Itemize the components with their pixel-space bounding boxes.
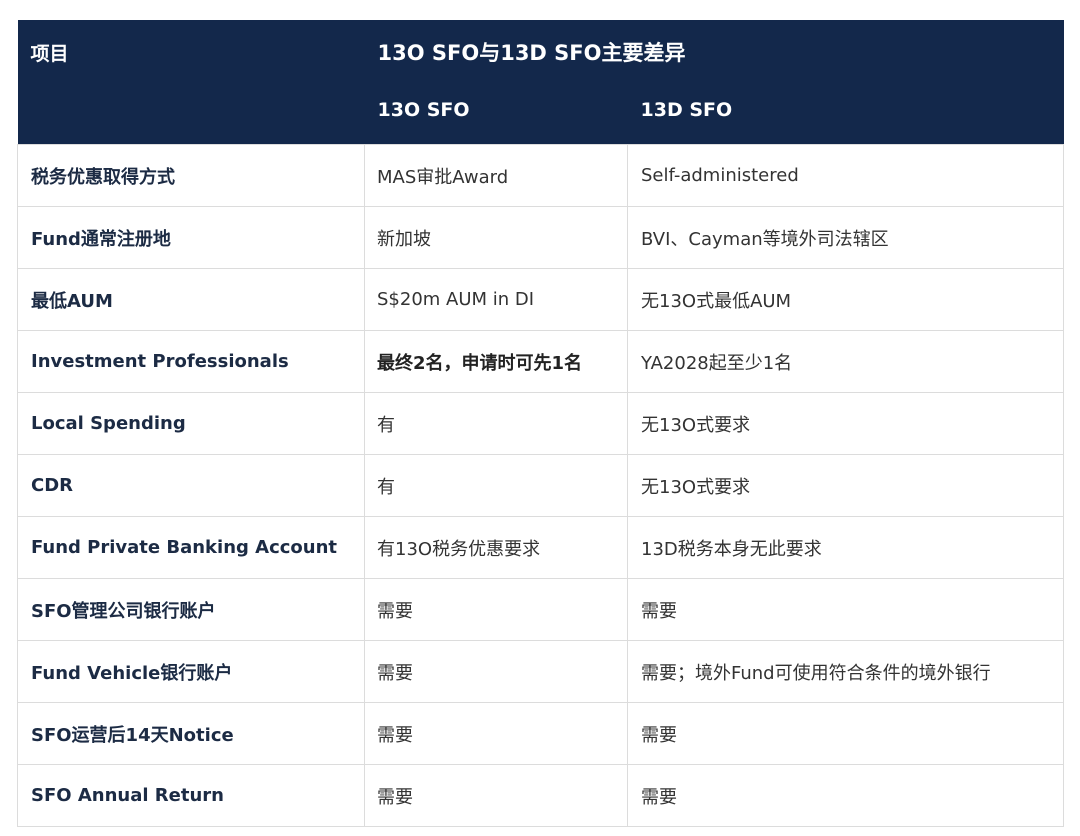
row-13o-value: 有 [364,392,628,455]
row-13o-value: S$20m AUM in DI [364,268,628,331]
table-row: Fund Private Banking Account 有13O税务优惠要求 … [17,516,1064,579]
comparison-table-container: 项目 13O SFO与13D SFO主要差异 13O SFO 13D SFO 税… [17,20,1064,827]
row-13o-value: 需要 [364,640,628,703]
row-item-label: 税务优惠取得方式 [17,144,365,207]
row-item-label: CDR [17,454,365,517]
row-13o-value: 有13O税务优惠要求 [364,516,628,579]
header-item-label: 项目 [17,20,365,84]
table-row: Fund通常注册地 新加坡 BVI、Cayman等境外司法辖区 [17,206,1064,269]
header-col-13o: 13O SFO [364,84,628,145]
row-item-label: Fund Vehicle银行账户 [17,640,365,703]
row-item-label: SFO管理公司银行账户 [17,578,365,641]
table-row: 最低AUM S$20m AUM in DI 无13O式最低AUM [17,268,1064,331]
row-13o-value: 有 [364,454,628,517]
row-13o-value: 新加坡 [364,206,628,269]
row-13o-value: 最终2名，申请时可先1名 [364,330,628,393]
table-row: Fund Vehicle银行账户 需要 需要；境外Fund可使用符合条件的境外银… [17,640,1064,703]
table-row: 税务优惠取得方式 MAS审批Award Self-administered [17,144,1064,207]
row-item-label: Investment Professionals [17,330,365,393]
row-13o-value: MAS审批Award [364,144,628,207]
table-row: SFO Annual Return 需要 需要 [17,764,1064,827]
table-row: Investment Professionals 最终2名，申请时可先1名 YA… [17,330,1064,393]
table-body: 税务优惠取得方式 MAS审批Award Self-administered Fu… [17,144,1064,827]
row-13d-value: 无13O式要求 [627,392,1064,455]
row-13d-value: YA2028起至少1名 [627,330,1064,393]
row-item-label: Local Spending [17,392,365,455]
row-13d-value: 无13O式要求 [627,454,1064,517]
row-13d-value: BVI、Cayman等境外司法辖区 [627,206,1064,269]
row-13d-value: 需要；境外Fund可使用符合条件的境外银行 [627,640,1064,703]
row-item-label: SFO Annual Return [17,764,365,827]
table-title: 13O SFO与13D SFO主要差异 [364,20,1064,84]
table-row: CDR 有 无13O式要求 [17,454,1064,517]
row-item-label: SFO运营后14天Notice [17,702,365,765]
sfo-comparison-table: 项目 13O SFO与13D SFO主要差异 13O SFO 13D SFO 税… [17,20,1064,827]
row-item-label: Fund通常注册地 [17,206,365,269]
row-item-label: Fund Private Banking Account [17,516,365,579]
row-13d-value: Self-administered [627,144,1064,207]
header-row-title: 项目 13O SFO与13D SFO主要差异 [17,20,1064,84]
table-header: 项目 13O SFO与13D SFO主要差异 13O SFO 13D SFO [17,20,1064,145]
table-row: SFO管理公司银行账户 需要 需要 [17,578,1064,641]
header-col-13d: 13D SFO [627,84,1064,145]
row-13d-value: 无13O式最低AUM [627,268,1064,331]
header-empty-cell [17,84,365,145]
table-row: SFO运营后14天Notice 需要 需要 [17,702,1064,765]
row-13o-value: 需要 [364,578,628,641]
table-row: Local Spending 有 无13O式要求 [17,392,1064,455]
header-row-columns: 13O SFO 13D SFO [17,84,1064,145]
row-item-label: 最低AUM [17,268,365,331]
row-13d-value: 需要 [627,578,1064,641]
row-13d-value: 13D税务本身无此要求 [627,516,1064,579]
row-13o-value: 需要 [364,702,628,765]
row-13d-value: 需要 [627,702,1064,765]
row-13d-value: 需要 [627,764,1064,827]
row-13o-value: 需要 [364,764,628,827]
